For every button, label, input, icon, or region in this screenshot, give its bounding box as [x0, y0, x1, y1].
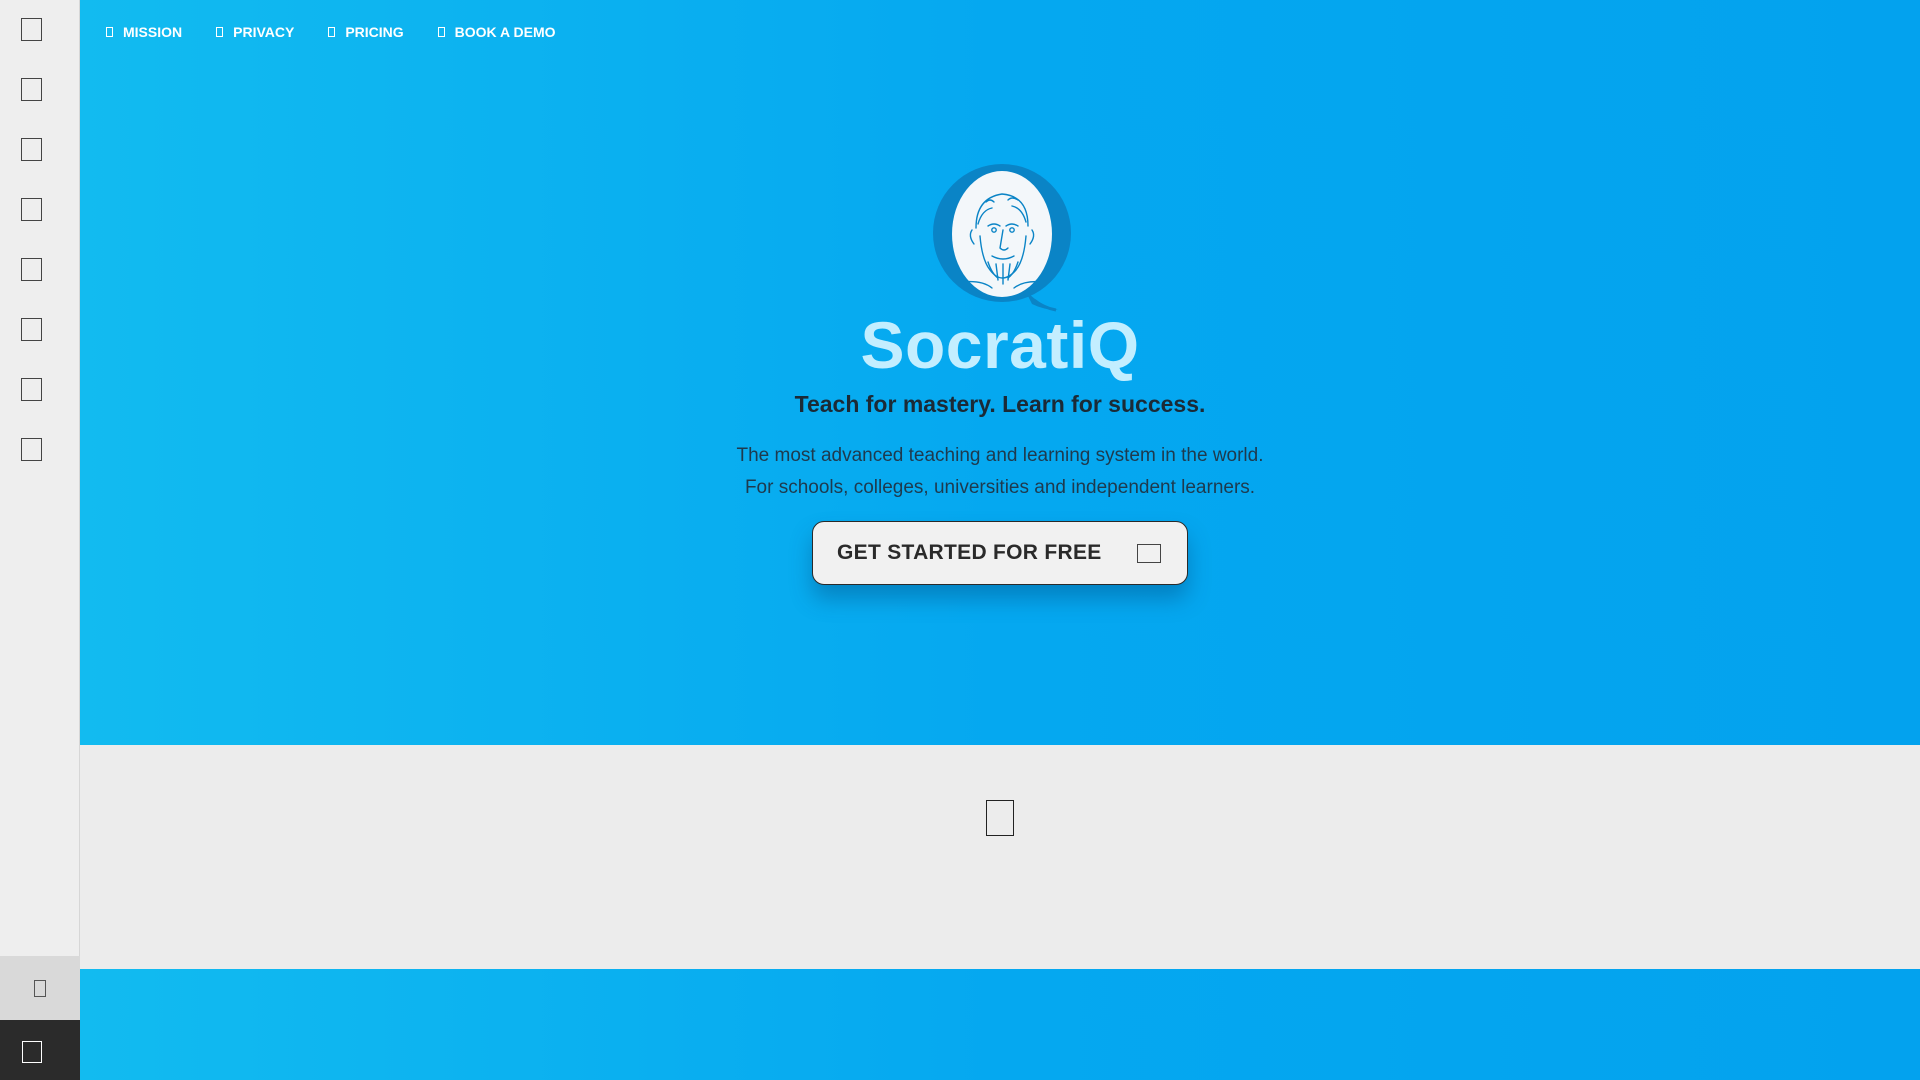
nav-item-label: BOOK A DEMO [454, 24, 556, 40]
privacy-icon [216, 27, 224, 37]
arrow-icon [1137, 544, 1161, 563]
hero-section: MISSION PRIVACY PRICING BOOK A DEMO Socr… [80, 0, 1920, 745]
rail-bottom-button[interactable] [0, 956, 80, 1020]
socrates-logo [933, 164, 1071, 312]
description-line-2: For schools, colleges, universities and … [744, 477, 1256, 498]
calendar-icon [437, 27, 445, 37]
rail-button-4[interactable] [21, 198, 42, 221]
rail-button-2[interactable] [21, 78, 42, 101]
rail-bottom-icon [34, 980, 46, 997]
mission-icon [106, 27, 113, 37]
brand-title: SocratiQ [860, 308, 1140, 382]
rail-button-3[interactable] [21, 138, 42, 161]
nav-item-label: PRIVACY [233, 24, 295, 40]
top-nav: MISSION PRIVACY PRICING BOOK A DEMO [106, 24, 590, 40]
get-started-label: GET STARTED FOR FREE [837, 541, 1102, 564]
nav-item-label: MISSION [123, 24, 183, 40]
tagline: Teach for mastery. Learn for success. [794, 391, 1206, 417]
rail-button-1[interactable] [21, 18, 42, 41]
description-line-1: The most advanced teaching and learning … [736, 445, 1264, 466]
next-section [80, 969, 1920, 1080]
nav-item-label: PRICING [345, 24, 404, 40]
rail-button-7[interactable] [21, 378, 42, 401]
left-rail [0, 0, 80, 1080]
nav-item-privacy[interactable]: PRIVACY [216, 24, 294, 40]
nav-item-mission[interactable]: MISSION [106, 24, 182, 40]
get-started-button[interactable]: GET STARTED FOR FREE [812, 521, 1188, 585]
rail-dark-button[interactable] [0, 1020, 80, 1080]
rail-dark-icon [22, 1041, 42, 1063]
features-band [80, 745, 1920, 969]
scroll-down-icon[interactable] [986, 800, 1014, 836]
rail-button-6[interactable] [21, 318, 42, 341]
rail-button-8[interactable] [21, 438, 42, 461]
rail-button-5[interactable] [21, 258, 42, 281]
nav-item-book-demo[interactable]: BOOK A DEMO [437, 24, 556, 40]
description: The most advanced teaching and learning … [80, 440, 1920, 504]
pricing-icon [328, 27, 336, 37]
nav-item-pricing[interactable]: PRICING [328, 24, 404, 40]
